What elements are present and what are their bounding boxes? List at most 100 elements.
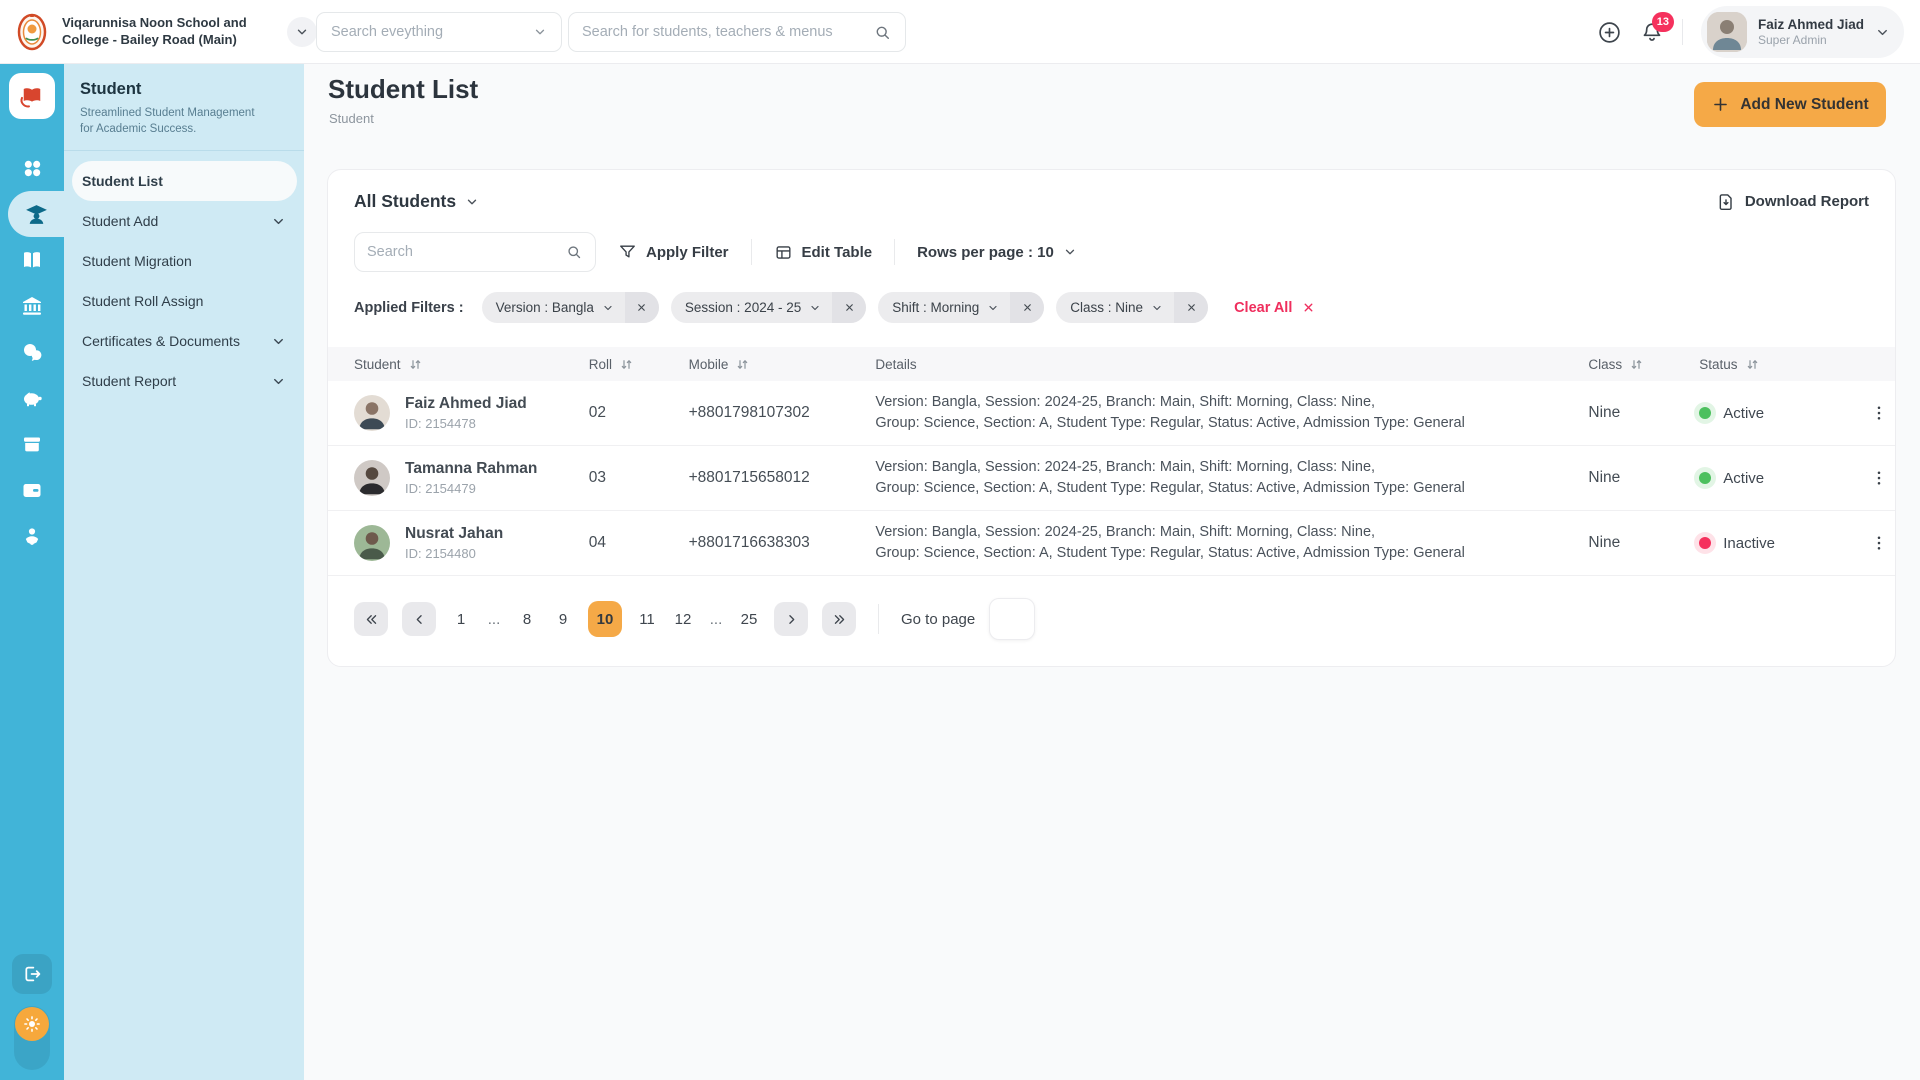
filter-pill-text: Shift : Morning <box>892 300 979 315</box>
column-header-mobile[interactable]: Mobile <box>689 357 876 372</box>
global-search <box>568 12 906 52</box>
school-switcher-button[interactable] <box>287 17 317 47</box>
rail-chat-icon[interactable] <box>0 329 64 375</box>
page-title: Student List <box>328 74 478 105</box>
page-ellipsis: ... <box>486 611 502 628</box>
chevron-down-icon <box>295 25 309 39</box>
rail-library-icon[interactable] <box>0 237 64 283</box>
student-details: Version: Bangla, Session: 2024-25, Branc… <box>875 522 1588 564</box>
theme-toggle[interactable] <box>14 1006 50 1070</box>
search-scope-select[interactable]: Search eveything <box>316 12 562 52</box>
logout-button[interactable] <box>12 954 52 994</box>
remove-filter-button[interactable] <box>1010 292 1044 323</box>
sidebar-panel: Student Streamlined Student Management f… <box>64 64 304 1080</box>
school-crest-logo <box>12 12 52 52</box>
filter-pill-dropdown[interactable]: Class : Nine <box>1056 300 1174 315</box>
row-actions-button[interactable] <box>1866 400 1892 426</box>
row-actions-button[interactable] <box>1866 530 1892 556</box>
user-menu[interactable]: Faiz Ahmed Jiad Super Admin <box>1701 6 1904 58</box>
topbar: Viqarunnisa Noon School and College - Ba… <box>0 0 1920 64</box>
remove-filter-button[interactable] <box>625 292 659 323</box>
sidebar-item-student-report[interactable]: Student Report <box>64 361 304 401</box>
clear-all-filters-button[interactable]: Clear All <box>1234 300 1315 316</box>
rail-services-icon[interactable] <box>0 513 64 559</box>
rows-per-page-select[interactable]: Rows per page : 10 <box>917 244 1077 261</box>
module-header: Student Streamlined Student Management f… <box>64 64 304 150</box>
search-scope-value: Search eveything <box>331 24 443 40</box>
filter-pill-dropdown[interactable]: Version : Bangla <box>482 300 625 315</box>
student-mobile: +8801716638303 <box>689 534 876 552</box>
rail-inventory-icon[interactable] <box>0 421 64 467</box>
table-search-input[interactable] <box>367 244 565 260</box>
apply-filter-button[interactable]: Apply Filter <box>618 243 729 262</box>
global-search-input[interactable] <box>582 24 873 40</box>
topbar-divider <box>1682 19 1683 45</box>
quick-add-button[interactable] <box>1597 20 1622 45</box>
chevron-down-icon <box>271 334 286 349</box>
edit-table-button[interactable]: Edit Table <box>774 243 873 262</box>
student-details: Version: Bangla, Session: 2024-25, Branc… <box>875 457 1588 499</box>
rail-finance-icon[interactable] <box>0 375 64 421</box>
last-page-button[interactable] <box>822 602 856 636</box>
student-avatar <box>354 395 390 431</box>
sort-icon[interactable] <box>735 357 750 372</box>
list-scope-select[interactable]: All Students <box>354 191 479 212</box>
prev-page-button[interactable] <box>402 602 436 636</box>
first-page-button[interactable] <box>354 602 388 636</box>
download-report-label: Download Report <box>1745 193 1869 210</box>
page-ellipsis: ... <box>708 611 724 628</box>
chevron-down-icon <box>1875 25 1890 40</box>
rail-dashboard-icon[interactable] <box>0 145 64 191</box>
sort-icon[interactable] <box>408 357 423 372</box>
filter-pill-session: Session : 2024 - 25 <box>671 292 866 323</box>
page-number-active[interactable]: 10 <box>588 601 622 637</box>
sidebar-item-student-migration[interactable]: Student Migration <box>64 241 304 281</box>
sort-icon[interactable] <box>619 357 634 372</box>
sort-icon[interactable] <box>1629 357 1644 372</box>
filter-pill-dropdown[interactable]: Session : 2024 - 25 <box>671 300 832 315</box>
notification-count-badge: 13 <box>1652 12 1674 32</box>
page-number[interactable]: 11 <box>636 611 658 628</box>
chevron-down-icon <box>271 374 286 389</box>
page-number[interactable]: 25 <box>738 611 760 628</box>
sort-icon[interactable] <box>1745 357 1760 372</box>
filter-pill-version: Version : Bangla <box>482 292 659 323</box>
sidebar-item-certificates-documents[interactable]: Certificates & Documents <box>64 321 304 361</box>
go-to-page-input[interactable] <box>989 598 1035 640</box>
column-header-roll[interactable]: Roll <box>589 357 689 372</box>
filter-pill-dropdown[interactable]: Shift : Morning <box>878 300 1010 315</box>
chevron-down-icon <box>271 214 286 229</box>
download-report-button[interactable]: Download Report <box>1716 192 1869 212</box>
row-actions-button[interactable] <box>1866 465 1892 491</box>
sidebar-item-label: Student Add <box>82 213 158 229</box>
sun-icon <box>15 1007 49 1041</box>
remove-filter-button[interactable] <box>1174 292 1208 323</box>
applied-filters-label: Applied Filters : <box>354 300 464 316</box>
notifications-button[interactable]: 13 <box>1640 20 1664 44</box>
page-number[interactable]: 12 <box>672 611 694 628</box>
column-header-student[interactable]: Student <box>328 357 589 372</box>
filter-pill-text: Class : Nine <box>1070 300 1143 315</box>
app-logo-icon[interactable] <box>9 73 55 119</box>
rail-students-icon[interactable] <box>8 191 64 237</box>
sidebar-item-student-add[interactable]: Student Add <box>64 201 304 241</box>
page-number[interactable]: 9 <box>552 611 574 628</box>
remove-filter-button[interactable] <box>832 292 866 323</box>
add-new-student-button[interactable]: Add New Student <box>1694 82 1886 127</box>
column-header-class[interactable]: Class <box>1588 357 1699 372</box>
edit-table-label: Edit Table <box>802 244 873 261</box>
rail-wallet-icon[interactable] <box>0 467 64 513</box>
column-label: Mobile <box>689 357 729 372</box>
page-number[interactable]: 1 <box>450 611 472 628</box>
close-icon <box>1302 301 1315 314</box>
rail-institution-icon[interactable] <box>0 283 64 329</box>
column-label: Status <box>1699 357 1737 372</box>
status-badge: Active <box>1699 405 1863 422</box>
column-header-status[interactable]: Status <box>1699 357 1863 372</box>
sidebar-item-student-roll-assign[interactable]: Student Roll Assign <box>64 281 304 321</box>
search-icon <box>873 23 892 42</box>
page-number[interactable]: 8 <box>516 611 538 628</box>
next-page-button[interactable] <box>774 602 808 636</box>
filter-pill-text: Version : Bangla <box>496 300 594 315</box>
sidebar-item-student-list[interactable]: Student List <box>72 161 297 201</box>
